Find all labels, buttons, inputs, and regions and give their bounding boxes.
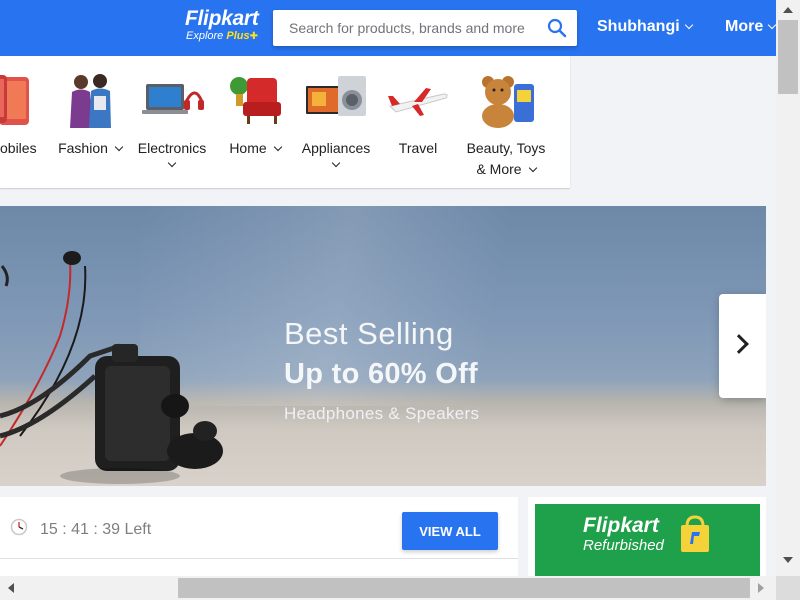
armchair-icon (223, 72, 287, 128)
flipkart-logo[interactable]: Flipkart Explore Plus✚ (185, 7, 259, 43)
view-all-button[interactable]: VIEW ALL (402, 512, 498, 550)
refurbished-card[interactable]: Flipkart Refurbished (528, 497, 766, 577)
category-label-text: Fashion (58, 140, 108, 156)
category-label: Fashion (50, 138, 130, 158)
headphones-speaker-image (0, 206, 260, 486)
category-label-text: & More (476, 161, 522, 177)
banner-next-button[interactable] (719, 294, 766, 398)
category-home[interactable]: Home (215, 56, 295, 188)
scroll-left-arrow-icon[interactable] (8, 583, 14, 593)
deals-section: 15 : 41 : 39 Left VIEW ALL (0, 497, 518, 577)
plus-star-icon: ✚ (249, 31, 258, 42)
category-label: Home (215, 138, 295, 158)
category-label-line2: & More (460, 159, 552, 180)
refurbished-banner: Flipkart Refurbished (535, 504, 760, 577)
scroll-up-arrow-icon[interactable] (783, 7, 793, 13)
category-label: Appliances (296, 138, 376, 168)
teddy-bear-icon (474, 72, 538, 128)
category-fashion[interactable]: Fashion (50, 56, 130, 188)
banner-offer: Up to 60% Off (284, 358, 479, 390)
vertical-scrollbar[interactable] (776, 0, 800, 576)
logo-wordmark: Flipkart (185, 7, 259, 30)
mobile-phone-icon (0, 72, 37, 128)
more-menu[interactable]: More (725, 18, 777, 36)
vertical-scroll-thumb[interactable] (778, 20, 798, 94)
search-input[interactable] (273, 10, 535, 46)
search-bar (273, 10, 577, 46)
category-label: obiles (0, 140, 37, 156)
chevron-down-icon (528, 163, 537, 173)
category-bar: obiles Fashion Electronics Home Applianc… (0, 56, 570, 188)
fashion-models-icon (58, 72, 122, 128)
logo-tagline-prefix: Explore (186, 30, 224, 42)
laptop-headphones-icon (140, 72, 204, 128)
chevron-right-icon (729, 334, 749, 354)
category-label: Travel (398, 140, 438, 156)
chevron-down-icon (331, 158, 341, 168)
category-electronics[interactable]: Electronics (132, 56, 212, 188)
category-label-text: Appliances (301, 140, 371, 156)
category-travel[interactable]: Travel (378, 56, 458, 188)
banner-heading: Best Selling (284, 316, 454, 351)
deal-timer: 15 : 41 : 39 Left (40, 521, 152, 538)
account-menu[interactable]: Shubhangi (597, 18, 693, 36)
chevron-down-icon (167, 158, 177, 168)
search-icon[interactable] (547, 18, 567, 38)
chevron-down-icon (684, 20, 693, 30)
chevron-down-icon (114, 142, 124, 152)
tv-washing-machine-icon (304, 72, 368, 128)
user-name: Shubhangi (597, 18, 680, 35)
chevron-down-icon (273, 142, 282, 152)
horizontal-scroll-thumb[interactable] (178, 578, 750, 598)
scrollbar-corner (776, 576, 800, 600)
shopping-bag-icon (675, 514, 715, 554)
horizontal-scrollbar[interactable] (0, 576, 776, 600)
category-label-text: Home (229, 140, 267, 156)
divider (0, 558, 518, 559)
category-label: Beauty, Toys & More (460, 138, 552, 180)
refurbished-subtitle: Refurbished (583, 537, 664, 554)
category-label-text: Electronics (137, 140, 207, 156)
top-header: Flipkart Explore Plus✚ Shubhangi More (0, 0, 777, 56)
scroll-down-arrow-icon[interactable] (783, 557, 793, 563)
hero-banner[interactable]: Best Selling Up to 60% Off Headphones & … (0, 206, 766, 486)
scroll-right-arrow-icon[interactable] (758, 583, 764, 593)
airplane-icon (386, 72, 450, 128)
logo-plus-text: Plus (226, 30, 250, 42)
timer-clock-icon (10, 518, 28, 536)
category-label: Electronics (132, 138, 212, 168)
banner-subtitle: Headphones & Speakers (284, 404, 480, 423)
category-label-line1: Beauty, Toys (466, 140, 546, 156)
logo-tagline: Explore Plus✚ (186, 30, 258, 43)
more-label: More (725, 18, 764, 35)
refurbished-logo: Flipkart (583, 514, 659, 537)
category-appliances[interactable]: Appliances (296, 56, 376, 188)
category-beauty-toys-more[interactable]: Beauty, Toys & More (460, 56, 552, 188)
category-mobiles[interactable]: obiles (0, 56, 40, 188)
